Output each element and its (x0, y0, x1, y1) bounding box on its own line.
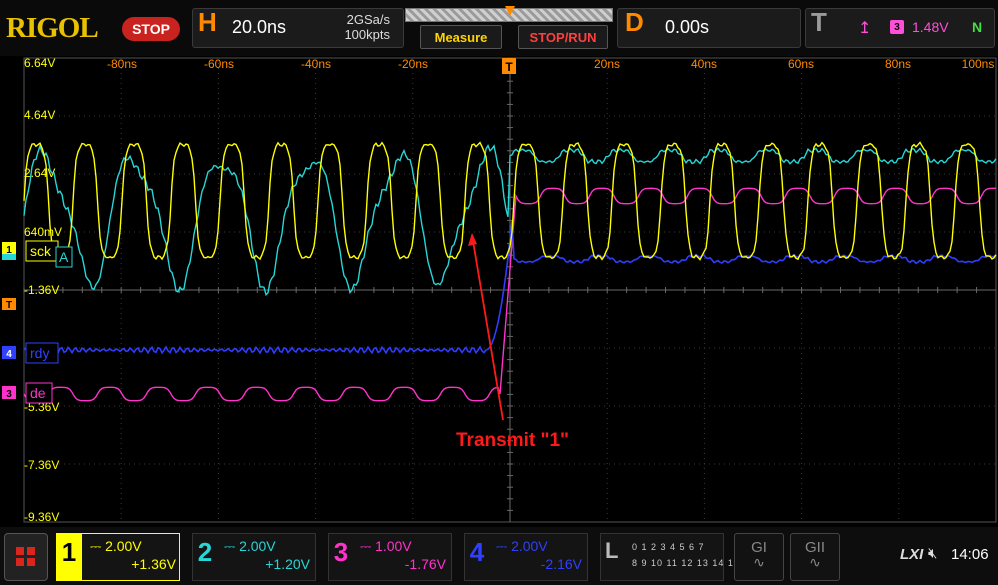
channel-4-offset: -2.16V (540, 556, 582, 572)
ch1-label: sck (30, 243, 52, 259)
volt-label: 2.64V (24, 166, 55, 180)
run-state-badge[interactable]: STOP (122, 17, 180, 41)
time-label: -60ns (204, 57, 234, 71)
trigger-position-marker-icon (505, 6, 515, 16)
trigger-letter: T (811, 7, 827, 37)
rising-edge-icon: ↥ (858, 20, 872, 37)
memory-depth: 100kpts (344, 27, 390, 42)
channel-2-scale: ⎓ 2.00V (224, 538, 276, 554)
channel-4-number: 4 (469, 537, 485, 567)
volt-label: -7.36V (24, 458, 59, 472)
channel-3-offset: -1.76V (404, 556, 446, 572)
volt-label: 4.64V (24, 108, 55, 122)
rigol-logo: RIGOL (6, 12, 99, 44)
decoder-1-button[interactable]: GI ∿ (734, 533, 784, 581)
top-bar: RIGOL STOP H 20.0ns 2GSa/s 100kpts Measu… (0, 0, 998, 56)
logic-analyzer-settings[interactable] (600, 533, 724, 581)
time-label: 20ns (594, 57, 620, 71)
clock: 14:06 (951, 546, 989, 563)
annotation-text: Transmit "1" (456, 430, 569, 451)
waveform-svg: -80ns -60ns -40ns -20ns 20ns 40ns 60ns 8… (0, 56, 998, 526)
time-label: -20ns (398, 57, 428, 71)
sine-icon: ∿ (753, 554, 765, 570)
logic-letter: L (605, 538, 619, 563)
svg-text:T: T (6, 300, 12, 311)
logic-channels-row1: 0 1 2 3 4 5 6 7 (632, 542, 705, 552)
volt-label: 6.64V (24, 56, 55, 70)
delay-letter: D (625, 7, 644, 37)
time-label: -80ns (107, 57, 137, 71)
acquisition-info: 2GSa/s 100kpts (300, 12, 390, 42)
measure-button[interactable]: Measure (420, 25, 502, 49)
channel-1-offset: +1.36V (131, 556, 176, 572)
main-menu-button[interactable] (4, 533, 48, 581)
svg-text:4: 4 (6, 349, 12, 360)
volt-label: 640mV (24, 225, 62, 239)
menu-grid-icon (16, 547, 24, 555)
waveform-area[interactable]: -80ns -60ns -40ns -20ns 20ns 40ns 60ns 8… (0, 56, 998, 526)
channel-2-number: 2 (197, 537, 213, 567)
trigger-time-marker-label: T (505, 60, 513, 74)
speaker-muted-icon[interactable]: 🔇︎ (928, 545, 937, 562)
logic-channels-row2: 8 9 10 11 12 13 14 15 (632, 558, 740, 568)
volt-label: -9.36V (24, 510, 59, 524)
sine-icon: ∿ (809, 554, 821, 570)
channel-4-scale: ⎓ 2.00V (496, 538, 548, 554)
timebase-value: 20.0ns (232, 17, 287, 37)
time-label: 100ns (962, 57, 995, 71)
channel-1-scale: ⎓ 2.00V (90, 538, 142, 554)
stop-run-button[interactable]: STOP/RUN (518, 25, 608, 49)
svg-text:3: 3 (6, 389, 12, 400)
time-label: -40ns (301, 57, 331, 71)
trigger-mode: N (972, 19, 983, 35)
sample-rate: 2GSa/s (346, 12, 390, 27)
channel-1-number: 1 (61, 537, 77, 567)
decoder-2-button[interactable]: GII ∿ (790, 533, 840, 581)
ch2-label: A (59, 249, 69, 265)
time-label: 60ns (788, 57, 814, 71)
trigger-level: 1.48V (912, 19, 949, 35)
lxi-logo: LXI (900, 546, 924, 563)
delay-value: 0.00s (665, 17, 710, 37)
ch3-label: de (30, 385, 46, 401)
volt-label: -1.36V (24, 283, 59, 297)
channel-2-offset: +1.20V (265, 556, 310, 572)
channel-3-scale: ⎓ 1.00V (360, 538, 412, 554)
channel-3-number: 3 (333, 537, 349, 567)
time-label: 40ns (691, 57, 717, 71)
time-label: 80ns (885, 57, 911, 71)
horizontal-letter: H (198, 7, 217, 37)
ch4-label: rdy (30, 345, 49, 361)
trigger-source-badge: 3 (890, 20, 904, 34)
trigger-level-marker[interactable]: T (2, 298, 16, 311)
